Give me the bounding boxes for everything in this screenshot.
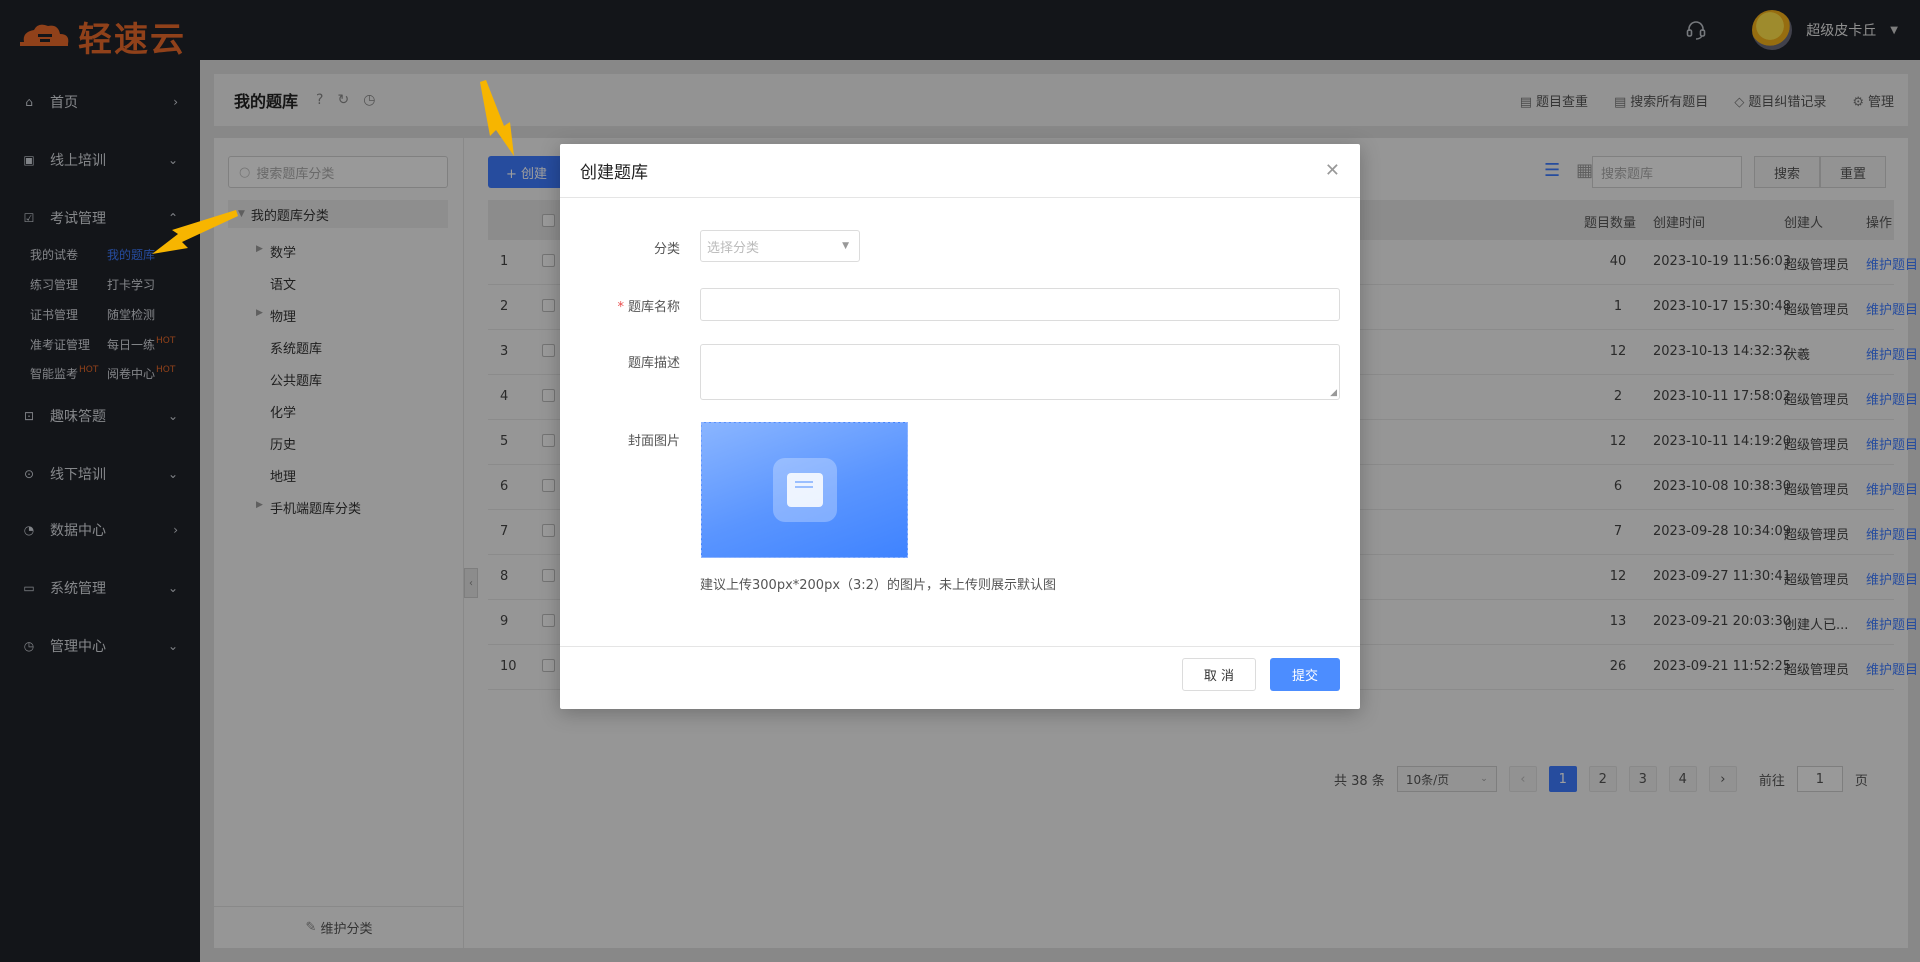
dialog-title: 创建题库 [580, 163, 648, 183]
category-label: 分类 [653, 242, 680, 257]
required-mark: * [617, 300, 624, 315]
name-input[interactable] [700, 288, 1340, 321]
create-question-bank-dialog: 创建题库 ✕ 分类 选择分类 ▼ * 题库名称 题库描述 ◢ 封面图片 建议上传3… [560, 144, 1360, 709]
caret-down-icon: ▼ [842, 241, 849, 251]
cover-hint: 建议上传300px*200px（3:2）的图片，未上传则展示默认图 [700, 578, 1056, 593]
name-label-text: 题库名称 [627, 300, 680, 315]
dialog-footer: 取 消 提交 [560, 646, 1360, 709]
resize-handle-icon[interactable]: ◢ [1330, 388, 1337, 398]
image-placeholder-icon [772, 458, 837, 522]
dialog-header: 创建题库 ✕ [560, 144, 1360, 198]
submit-button[interactable]: 提交 [1270, 658, 1340, 691]
cancel-button[interactable]: 取 消 [1182, 658, 1256, 691]
name-label: * 题库名称 [580, 296, 680, 315]
category-placeholder: 选择分类 [707, 240, 760, 256]
annotation-arrow-icon [152, 210, 238, 254]
description-label: 题库描述 [627, 356, 680, 371]
close-icon[interactable]: ✕ [1325, 160, 1340, 181]
annotation-arrow-icon [480, 80, 514, 156]
cover-label: 封面图片 [627, 434, 680, 449]
cover-image-upload[interactable] [701, 422, 908, 558]
category-select[interactable]: 选择分类 ▼ [700, 230, 860, 262]
description-textarea[interactable]: ◢ [700, 344, 1340, 400]
